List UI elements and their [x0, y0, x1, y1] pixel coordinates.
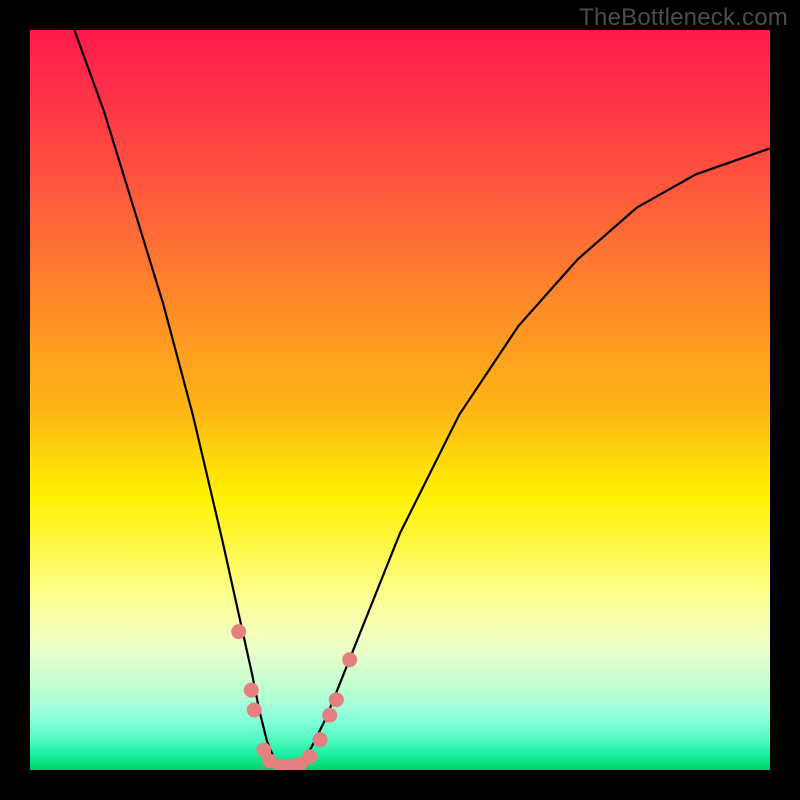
plot-area — [30, 30, 770, 770]
marker-right-high — [342, 652, 357, 667]
marker-left-mid-1 — [244, 683, 259, 698]
watermark-text: TheBottleneck.com — [579, 4, 788, 32]
marker-bottom-6 — [302, 749, 317, 764]
bottleneck-curve — [74, 30, 770, 766]
data-markers — [231, 624, 357, 770]
chart-frame: TheBottleneck.com — [0, 0, 800, 800]
marker-left-high — [231, 624, 246, 639]
chart-svg — [30, 30, 770, 770]
marker-right-low — [313, 732, 328, 747]
marker-right-mid-2 — [329, 692, 344, 707]
marker-right-mid-1 — [322, 708, 337, 723]
marker-left-mid-2 — [247, 703, 262, 718]
